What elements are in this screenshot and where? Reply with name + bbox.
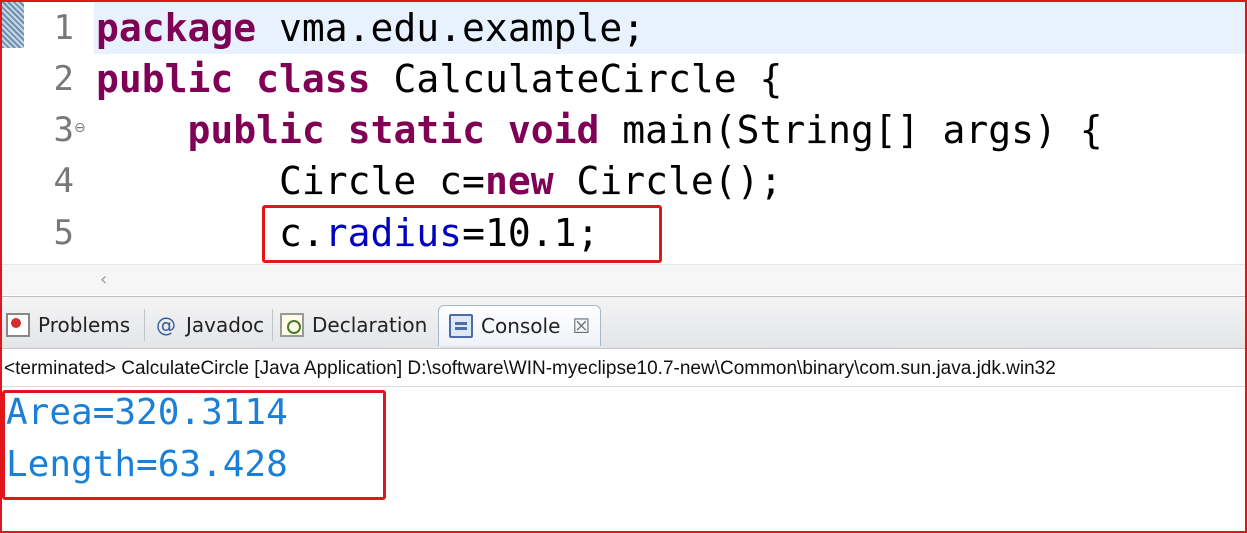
code-keyword: public <box>96 57 234 101</box>
code-token: vma.edu.example; <box>256 6 646 50</box>
tab-separator <box>144 309 145 341</box>
horizontal-scrollbar[interactable]: ‹ <box>2 264 1245 295</box>
code-token: CalculateCircle { <box>370 57 783 101</box>
code-token: Circle c= <box>96 159 485 203</box>
line-number: 5 <box>53 213 74 253</box>
output-highlight-box <box>2 390 386 500</box>
scroll-left-icon[interactable]: ‹ <box>100 269 107 290</box>
code-keyword: void <box>507 108 600 152</box>
tab-javadoc[interactable]: @ Javadoc <box>154 305 264 345</box>
tab-separator <box>272 309 273 341</box>
line-number: 1 <box>53 8 74 48</box>
tab-label: Console <box>481 314 561 338</box>
tab-declaration[interactable]: Declaration <box>280 305 427 345</box>
tab-console[interactable]: Console ☒ <box>438 305 602 346</box>
console-status: <terminated> CalculateCircle [Java Appli… <box>4 358 1056 379</box>
code-token: main(String[] args) { <box>599 108 1103 152</box>
tab-problems[interactable]: Problems <box>6 305 130 345</box>
overview-ruler-marker <box>2 2 24 48</box>
code-keyword: class <box>256 57 371 101</box>
console-icon <box>449 314 473 338</box>
code-token: Circle(); <box>553 159 783 203</box>
code-line[interactable]: package vma.edu.example; <box>96 2 645 54</box>
tab-label: Problems <box>38 313 131 337</box>
view-tab-bar: Problems @ Javadoc Declaration Console ☒ <box>2 296 1245 349</box>
line-number: 3 <box>53 110 74 150</box>
code-line[interactable]: public class CalculateCircle { <box>96 53 782 105</box>
code-line[interactable]: public static void main(String[] args) { <box>96 104 1103 156</box>
code-keyword: package <box>96 6 257 50</box>
tab-label: Declaration <box>312 313 428 337</box>
declaration-icon <box>280 313 304 337</box>
close-icon[interactable]: ☒ <box>572 314 590 338</box>
code-line[interactable]: Circle c=new Circle(); <box>96 155 782 207</box>
code-highlight-box <box>262 205 662 263</box>
javadoc-icon: @ <box>156 313 176 337</box>
line-number: 4 <box>53 161 74 201</box>
problems-icon <box>6 313 30 337</box>
tab-label: Javadoc <box>186 313 265 337</box>
code-keyword: static <box>347 108 485 152</box>
code-keyword: new <box>484 159 554 203</box>
code-keyword: public <box>187 108 325 152</box>
line-number: 2 <box>53 59 74 99</box>
fold-collapse-icon[interactable]: ⊖ <box>74 120 86 136</box>
